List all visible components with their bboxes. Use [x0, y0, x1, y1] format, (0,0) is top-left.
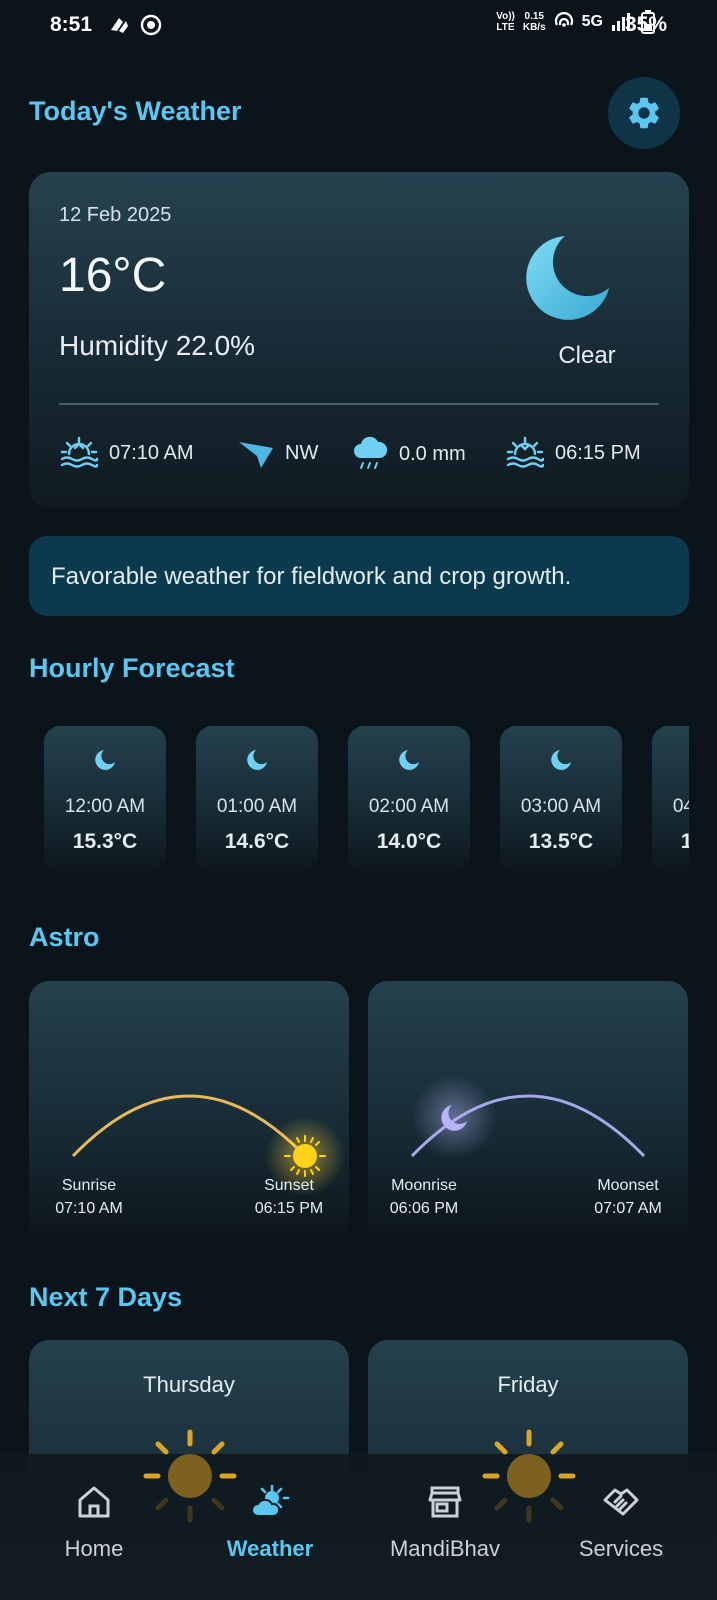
gear-icon: [629, 97, 659, 129]
hourly-time: 02:00 AM: [368, 796, 450, 817]
advisory-text: Favorable weather for fieldwork and crop…: [51, 563, 572, 590]
moonset-label: Moonset: [597, 1177, 659, 1194]
network-type: 5G: [581, 13, 603, 30]
hourly-card[interactable]: 04:00 AM 13.1°C: [652, 726, 689, 872]
handshake-icon: [603, 1488, 639, 1516]
moonrise-time: 06:06 PM: [389, 1200, 459, 1217]
hourly-time: 03:00 AM: [520, 796, 602, 817]
hourly-temp: 15.3°C: [72, 830, 138, 853]
hourly-time: 04:00 AM: [672, 796, 689, 817]
moonrise-label: Moonrise: [391, 1177, 457, 1194]
current-temperature: 16°C: [59, 249, 167, 302]
sunrise-stat: 07:10 AM: [59, 434, 194, 472]
moon-astro-card: Moonrise 06:06 PM Moonset 07:07 AM: [368, 981, 688, 1241]
hourly-temp: 13.1°C: [680, 830, 689, 853]
next-days-title: Next 7 Days: [29, 1282, 183, 1312]
hourly-card[interactable]: 03:00 AM 13.5°C: [500, 726, 622, 872]
page-title: Today's Weather: [29, 96, 242, 126]
sunrise-time: 07:10 AM: [55, 1200, 123, 1217]
store-icon: [428, 1486, 462, 1518]
wind-direction-icon: [239, 442, 273, 468]
sunset-time: 06:15 PM: [555, 441, 641, 464]
nav-home-label: Home: [64, 1536, 124, 1561]
sunny-icon: [482, 1429, 576, 1523]
hourly-forecast-list[interactable]: 12:00 AM 15.3°C 01:00 AM 14.6°C 02:00 AM…: [44, 726, 689, 872]
sunset-time: 06:15 PM: [254, 1200, 324, 1217]
status-time: 8:51: [50, 13, 93, 36]
divider: [59, 403, 659, 405]
sunrise-label: Sunrise: [61, 1177, 117, 1194]
current-date: 12 Feb 2025: [59, 204, 172, 226]
chat-notification-icon: [111, 18, 128, 33]
hourly-card[interactable]: 02:00 AM 14.0°C: [348, 726, 470, 872]
volte-indicator: Vo)) LTE: [496, 11, 515, 33]
hourly-card[interactable]: 01:00 AM 14.6°C: [196, 726, 318, 872]
day-name: Thursday: [143, 1372, 235, 1397]
astro-title: Astro: [29, 922, 100, 952]
home-icon: [78, 1486, 110, 1518]
sun-astro-card: Sunrise 07:10 AM Sunset 06:15 PM: [29, 981, 349, 1241]
rain-stat: 0.0 mm: [351, 434, 466, 474]
hotspot-icon: [554, 12, 573, 27]
sunrise-time: 07:10 AM: [109, 441, 194, 464]
hourly-card[interactable]: 12:00 AM 15.3°C: [44, 726, 166, 872]
settings-button[interactable]: [608, 77, 680, 149]
advisory-banner: Favorable weather for fieldwork and crop…: [29, 536, 689, 616]
hourly-temp: 13.5°C: [528, 830, 594, 853]
moonset-time: 07:07 AM: [594, 1200, 662, 1217]
current-condition: Clear: [558, 342, 616, 369]
current-humidity: Humidity 22.0%: [59, 330, 256, 361]
network-speed: 0.15 KB/s: [522, 11, 546, 33]
rain-cloud-icon: [354, 436, 388, 469]
current-weather-card: 12 Feb 2025 16°C Humidity 22.0% Clear 07…: [29, 172, 689, 508]
crescent-moon-icon: [526, 236, 609, 320]
sunny-icon: [143, 1429, 237, 1523]
sunset-label: Sunset: [264, 1177, 314, 1194]
wind-direction: NW: [285, 441, 319, 464]
partly-sunny-icon: [251, 1484, 290, 1517]
nav-mandibhav-label: MandiBhav: [389, 1536, 501, 1561]
sunset-icon: [506, 436, 545, 468]
status-bar: 8:51 Vo)) LTE 0.15 KB/s 5G 35%: [0, 0, 717, 52]
hourly-time: 12:00 AM: [64, 796, 146, 817]
wind-stat: NW: [237, 434, 318, 472]
bottom-navigation: Home Weather MandiBhav Services: [0, 1454, 717, 1600]
crescent-moon-icon: [95, 750, 115, 770]
rain-amount: 0.0 mm: [399, 442, 466, 465]
whatsapp-icon: [140, 14, 162, 36]
crescent-moon-icon: [551, 750, 571, 770]
sunrise-icon: [60, 436, 99, 468]
day-name: Friday: [497, 1372, 559, 1397]
hourly-temp: 14.0°C: [376, 830, 442, 853]
nav-weather-label: Weather: [226, 1536, 314, 1561]
hourly-temp: 14.6°C: [224, 830, 290, 853]
weather-stats: 07:10 AM NW 0.0 mm 06:15 PM: [59, 434, 659, 478]
battery-percent: 35%: [624, 13, 667, 36]
crescent-moon-icon: [399, 750, 419, 770]
hourly-forecast-title: Hourly Forecast: [29, 653, 235, 683]
hourly-time: 01:00 AM: [216, 796, 298, 817]
crescent-moon-icon: [247, 750, 267, 770]
sunset-stat: 06:15 PM: [505, 434, 641, 472]
nav-services-label: Services: [578, 1536, 664, 1561]
